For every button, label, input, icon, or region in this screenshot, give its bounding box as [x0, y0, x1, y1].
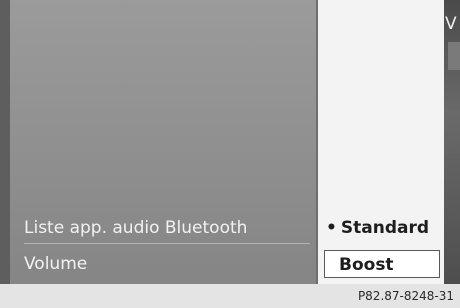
- menu-item-label: Liste app. audio Bluetooth: [24, 218, 248, 238]
- menu-panel: Liste app. audio Bluetooth Volume: [10, 0, 316, 284]
- menu-item-bluetooth-audio-list[interactable]: Liste app. audio Bluetooth: [24, 218, 310, 238]
- selected-bullet-icon: •: [326, 218, 337, 238]
- option-boost[interactable]: Boost: [324, 250, 440, 278]
- edge-letter: V: [445, 14, 457, 34]
- menu-item-volume[interactable]: Volume: [24, 254, 310, 280]
- divider: [24, 243, 310, 244]
- option-label: Boost: [339, 255, 394, 275]
- menu-item-label: Volume: [24, 254, 88, 274]
- volume-options-popup: • Standard Boost: [316, 0, 444, 284]
- figure-caption: P82.87-8248-31: [357, 289, 454, 303]
- display-screen: Liste app. audio Bluetooth Volume V • Sta…: [0, 0, 460, 284]
- scroll-tab: [448, 42, 460, 70]
- option-standard[interactable]: • Standard: [324, 214, 440, 242]
- option-label: Standard: [340, 218, 430, 238]
